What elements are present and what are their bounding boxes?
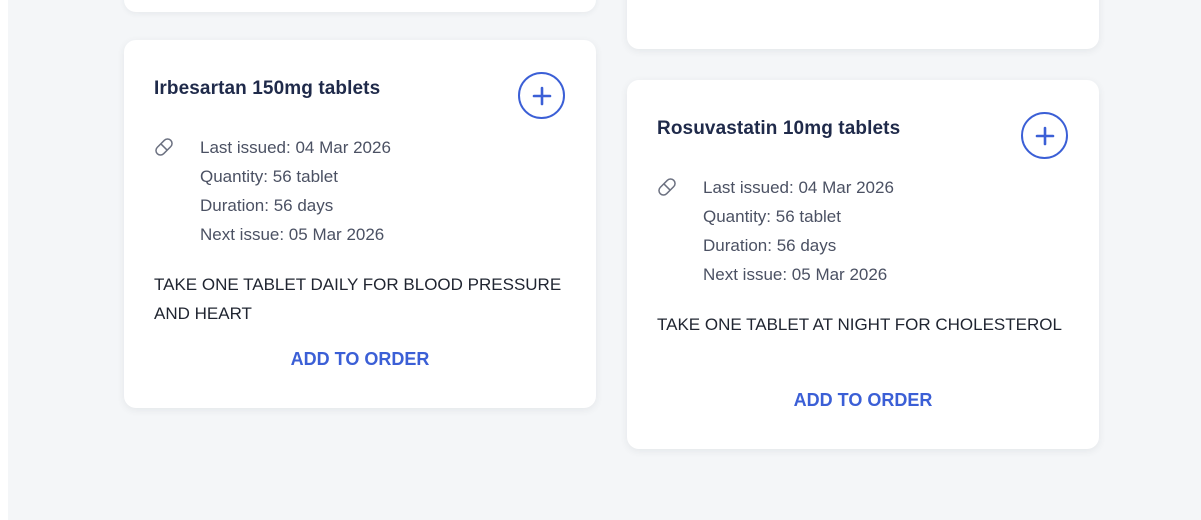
add-to-order-button[interactable]: ADD TO ORDER (124, 349, 596, 370)
medication-name: Rosuvastatin 10mg tablets (657, 118, 901, 139)
dosage-instructions: TAKE ONE TABLET AT NIGHT FOR CHOLESTEROL (657, 315, 1062, 334)
previous-medication-card-left (124, 0, 596, 12)
last-issued: Last issued: 04 Mar 2026 (200, 138, 391, 157)
next-issue: Next issue: 05 Mar 2026 (200, 225, 385, 244)
medication-name: Irbesartan 150mg tablets (154, 78, 381, 99)
medication-card: Rosuvastatin 10mg tablets Last issued: 0… (627, 80, 1099, 449)
medication-details: Last issued: 04 Mar 2026 Quantity: 56 ta… (200, 133, 391, 249)
repeat-prescriptions-page: Irbesartan 150mg tablets Last issued: 04… (8, 0, 1201, 520)
dosage-instructions: TAKE ONE TABLET DAILY FOR BLOOD PRESSURE… (154, 275, 562, 323)
last-issued: Last issued: 04 Mar 2026 (703, 178, 894, 197)
duration: Duration: 56 days (200, 196, 334, 215)
duration: Duration: 56 days (703, 236, 837, 255)
quantity: Quantity: 56 tablet (200, 167, 338, 186)
pill-icon (155, 138, 173, 156)
add-medication-button[interactable] (1021, 112, 1068, 159)
add-medication-button[interactable] (518, 72, 565, 119)
medication-card: Irbesartan 150mg tablets Last issued: 04… (124, 40, 596, 408)
next-issue: Next issue: 05 Mar 2026 (703, 265, 888, 284)
add-to-order-button[interactable]: ADD TO ORDER (627, 390, 1099, 411)
pill-icon (658, 178, 676, 196)
medication-details: Last issued: 04 Mar 2026 Quantity: 56 ta… (703, 173, 894, 289)
quantity: Quantity: 56 tablet (703, 207, 841, 226)
plus-icon (532, 86, 551, 105)
plus-icon (1035, 126, 1054, 145)
previous-medication-card-right (627, 0, 1099, 49)
